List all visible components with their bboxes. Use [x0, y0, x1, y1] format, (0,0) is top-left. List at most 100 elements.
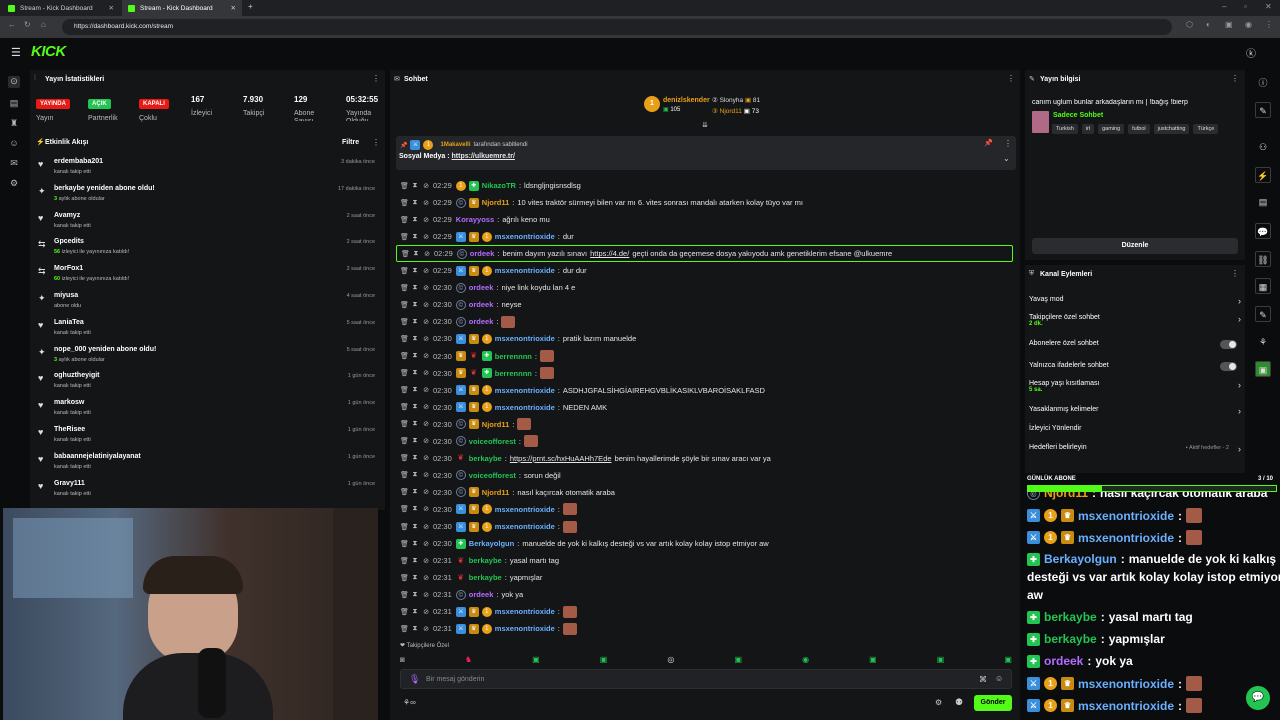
chat-bubble-icon[interactable]: 💬 [1255, 223, 1271, 239]
chevron-right-icon[interactable]: › [1238, 444, 1241, 454]
delete-icon[interactable]: 🗑 [400, 403, 409, 411]
timeout-icon[interactable]: ⧗ [411, 540, 419, 548]
activity-menu-icon[interactable]: ⋮ [372, 138, 380, 147]
message-user[interactable]: msxenontrioxide [495, 266, 555, 275]
message-user[interactable]: berkaybe [469, 573, 502, 582]
timeout-icon[interactable]: ⧗ [411, 335, 419, 343]
message-user[interactable]: berrennnn [495, 352, 532, 361]
filter-button[interactable]: Filtre [342, 139, 359, 146]
activity-item[interactable]: ✦ nope_000 yeniden abone oldu! 3 aylık abo… [36, 343, 381, 370]
delete-icon[interactable]: 🗑 [400, 352, 409, 360]
settings-nav-icon[interactable]: ⚙ [8, 178, 20, 190]
address-bar[interactable]: https://dashboard.kick.com/stream [62, 19, 1172, 35]
emote-icon[interactable]: ▣ [1004, 655, 1012, 665]
tag[interactable]: Turkish [1052, 124, 1078, 134]
toggle-switch[interactable] [1220, 362, 1237, 371]
message-link[interactable]: https://prnt.sc/hxHuAAHh7Ede [510, 454, 612, 463]
chat-message[interactable]: 🗑 ⧗ ⊘ 02:30 © ♛ Njord11: nasıl kaçırcak otomati… [400, 484, 1010, 501]
hamburger-menu-icon[interactable]: ☰ [11, 46, 21, 59]
chat-message[interactable]: 🗑 ⧗ ⊘ 02:30 ⚔ ♛ 1 msxenontrioxide: ASDHJGFALSİHG… [400, 382, 1010, 399]
chat-settings-icon[interactable]: ⚙ [935, 698, 942, 707]
chevron-right-icon[interactable]: › [1238, 380, 1241, 390]
ban-icon[interactable]: ⊘ [422, 199, 430, 207]
browser-tab-active[interactable]: Stream - Kick Dashboard ✕ [122, 0, 242, 16]
message-user[interactable]: msxenontrioxide [495, 386, 555, 395]
timeout-icon[interactable]: ⧗ [411, 233, 419, 241]
chat-nav-icon[interactable]: ✉ [8, 158, 20, 170]
message-user[interactable]: berrennnn [495, 369, 532, 378]
message-user[interactable]: ordeek [469, 300, 494, 309]
timeout-icon[interactable]: ⧗ [411, 625, 419, 633]
moderator-icon[interactable]: ⚉ [955, 697, 963, 708]
message-user[interactable]: Korayyoss [456, 215, 494, 224]
chat-message[interactable]: 🗑 ⧗ ⊘ 02:29 1 ✚ NikazoTR: ldsngljngisnsdlsg [400, 177, 1010, 194]
timeout-icon[interactable]: ⧗ [411, 505, 419, 513]
ban-icon[interactable]: ⊘ [422, 386, 430, 394]
timeout-icon[interactable]: ⧗ [411, 523, 419, 531]
list-icon[interactable]: ▦ [1255, 278, 1271, 294]
profile-icon[interactable]: ◉ [1245, 20, 1252, 29]
activity-item[interactable]: ♥ LaniaTea kanalı takip etti 5 saat önce [36, 316, 381, 343]
chat-message[interactable]: 🗑 ⧗ ⊘ 02:30 ♛ ❦ ✚ berrennnn: [400, 365, 1010, 382]
timeout-icon[interactable]: ⧗ [411, 437, 419, 445]
ban-icon[interactable]: ⊘ [422, 625, 430, 633]
message-user[interactable]: Njord11 [482, 420, 510, 429]
unpin-icon[interactable]: 📌 [984, 139, 993, 147]
delete-icon[interactable]: 🗑 [400, 523, 409, 531]
extension-icon[interactable]: ⬡ [1186, 20, 1193, 29]
delete-icon[interactable]: 🗑 [400, 574, 409, 582]
reload-icon[interactable]: ↻ [24, 20, 31, 29]
emoji-icon[interactable]: ☺ [995, 674, 1003, 683]
timeout-icon[interactable]: ⧗ [411, 591, 419, 599]
delete-icon[interactable]: 🗑 [400, 540, 409, 548]
chat-message[interactable]: 🗑 ⧗ ⊘ 02:31 ⚔ ♛ 1 msxenontrioxide: [400, 603, 1010, 620]
ban-icon[interactable]: ⊘ [422, 591, 430, 599]
bolt-icon[interactable]: ⚡ [1255, 167, 1271, 183]
timeout-icon[interactable]: ⧗ [411, 574, 419, 582]
message-user[interactable]: msxenontrioxide [495, 232, 555, 241]
timeout-icon[interactable]: ⧗ [411, 216, 419, 224]
ban-icon[interactable]: ⊘ [422, 369, 430, 377]
close-window-icon[interactable]: ✕ [1265, 2, 1272, 11]
activity-item[interactable]: ✦ miyusa abone oldu 4 saat önce [36, 289, 381, 316]
tag[interactable]: gaming [1098, 124, 1125, 134]
browser-tab[interactable]: Stream - Kick Dashboard ✕ [2, 0, 120, 16]
command-icon[interactable]: ⌘ [979, 675, 987, 684]
chat-message[interactable]: 🗑 ⧗ ⊘ 02:30 ✚ Berkayolgun: manuelde de yok ki … [400, 535, 1010, 552]
user-avatar-icon[interactable]: ⓚ [1246, 45, 1256, 60]
delete-icon[interactable]: 🗑 [400, 216, 409, 224]
message-user[interactable]: berkaybe [469, 454, 502, 463]
category-name[interactable]: Sadece Sohbet [1053, 112, 1103, 119]
channel-actions-menu-icon[interactable]: ⋮ [1231, 269, 1239, 278]
chat-message[interactable]: 🗑 ⧗ ⊘ 02:29 ⚔ ♛ 1 msxenontrioxide: dur [400, 228, 1010, 245]
delete-icon[interactable]: 🗑 [400, 471, 409, 479]
message-user[interactable]: ordeek [470, 249, 495, 258]
delete-icon[interactable]: 🗑 [400, 335, 409, 343]
timeout-icon[interactable]: ⧗ [411, 454, 419, 462]
ban-icon[interactable]: ⊘ [422, 182, 430, 190]
delete-icon[interactable]: 🗑 [401, 250, 410, 258]
message-user[interactable]: msxenontrioxide [495, 505, 555, 514]
activity-item[interactable]: ♥ babaannejelatiniyalayanat kanalı takip e… [36, 450, 381, 477]
timeout-icon[interactable]: ⧗ [411, 420, 419, 428]
delete-icon[interactable]: 🗑 [400, 369, 409, 377]
channel-action-item[interactable]: Hedefleri belirleyin • Aktif hedefler - 2… [1029, 444, 1243, 460]
chat-message[interactable]: 🗑 ⧗ ⊘ 02:31 ⚔ ♛ 1 msxenontrioxide: [400, 620, 1010, 637]
pinned-by-user[interactable]: 1Makavelli [440, 142, 470, 148]
emote-icon[interactable]: ▣ [600, 655, 608, 665]
pinned-menu-icon[interactable]: ⋮ [1004, 139, 1012, 148]
delete-icon[interactable]: 🗑 [400, 625, 409, 633]
share-icon[interactable]: ⚘ [1255, 334, 1271, 350]
chat-message[interactable]: 🗑 ⧗ ⊘ 02:29 ⚔ ♛ 1 msxenontrioxide: dur dur [400, 262, 1010, 279]
delete-icon[interactable]: 🗑 [400, 267, 409, 275]
send-button[interactable]: Gönder [974, 695, 1012, 711]
edit-button[interactable]: Düzenle [1032, 238, 1238, 254]
wrench-icon[interactable]: ✎ [1255, 306, 1271, 322]
chat-message[interactable]: 🗑 ⧗ ⊘ 02:30 © voiceofforest: [400, 433, 1010, 450]
ban-icon[interactable]: ⊘ [422, 454, 430, 462]
emote-icon[interactable]: ▣ [734, 655, 742, 665]
timeout-icon[interactable]: ⧗ [411, 369, 419, 377]
chat-message[interactable]: 🗑 ⧗ ⊘ 02:30 © voiceofforest: sorun değil [400, 467, 1010, 484]
activity-item[interactable]: ♥ Gravy111 kanalı takip etti 1 gün önce [36, 477, 381, 504]
maximize-icon[interactable]: ▫ [1244, 2, 1247, 11]
